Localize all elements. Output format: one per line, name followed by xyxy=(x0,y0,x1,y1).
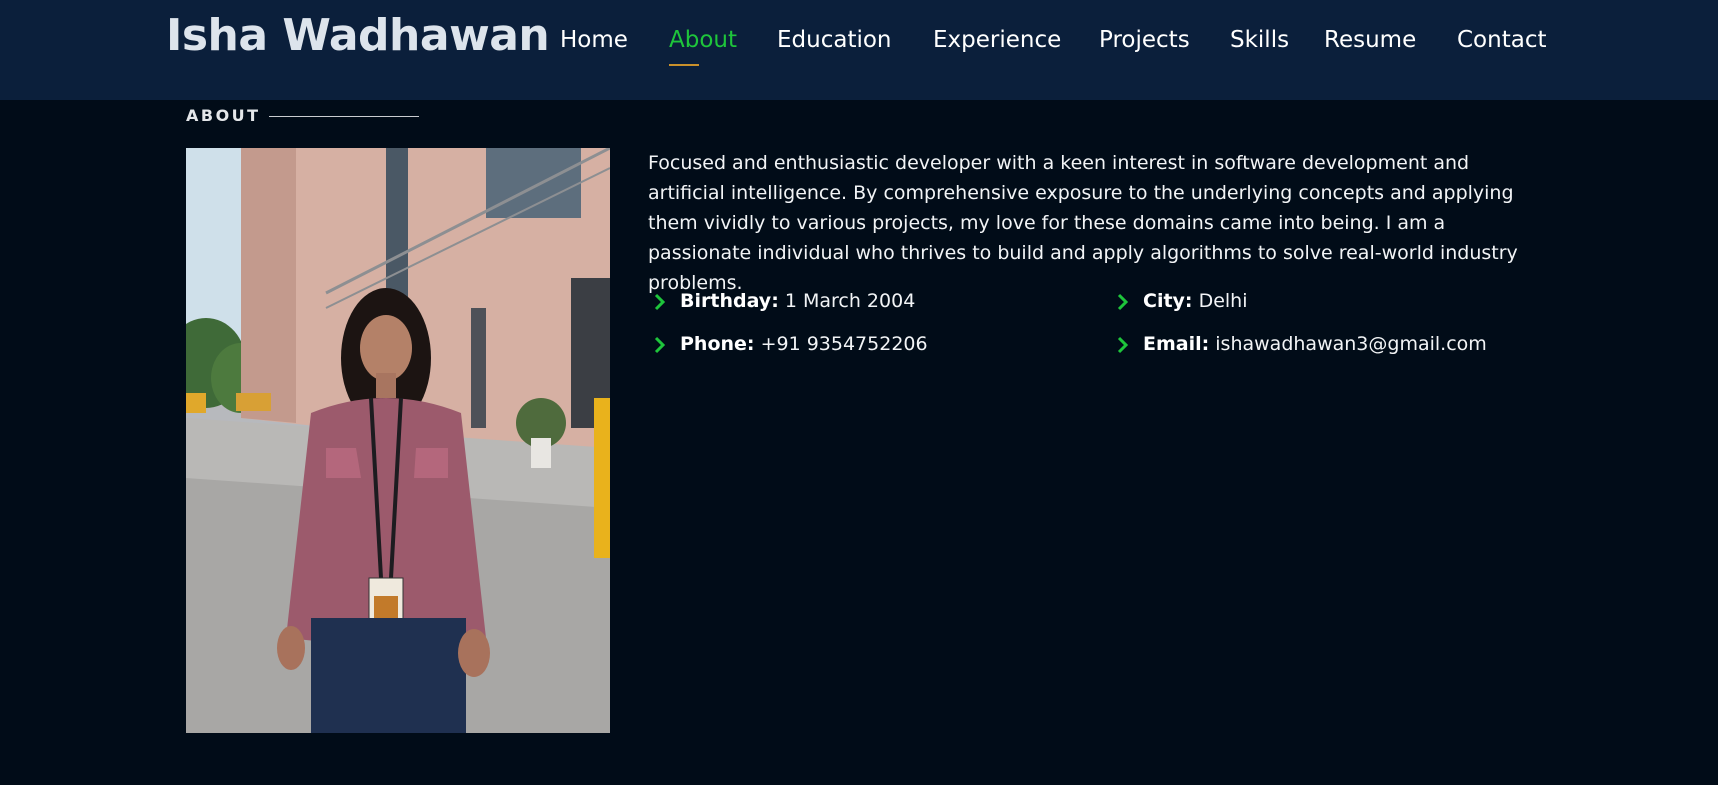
chevron-right-icon xyxy=(654,336,666,354)
main-nav: Home About Education Experience Projects… xyxy=(0,27,1718,67)
about-bio: Focused and enthusiastic developer with … xyxy=(648,152,1518,294)
nav-experience[interactable]: Experience xyxy=(933,27,1061,53)
chevron-right-icon xyxy=(1117,293,1129,311)
section-title: ABOUT xyxy=(186,106,261,125)
nav-projects[interactable]: Projects xyxy=(1099,27,1190,53)
detail-email-value[interactable]: ishawadhawan3@gmail.com xyxy=(1215,333,1487,355)
profile-photo xyxy=(186,148,610,733)
chevron-right-icon xyxy=(654,293,666,311)
detail-phone: Phone: +91 9354752206 xyxy=(654,333,928,355)
active-nav-underline xyxy=(669,64,699,66)
detail-city-label: City: xyxy=(1143,290,1193,312)
detail-birthday-value: 1 March 2004 xyxy=(784,290,916,312)
detail-email-label: Email: xyxy=(1143,333,1210,355)
nav-resume[interactable]: Resume xyxy=(1324,27,1416,53)
nav-contact[interactable]: Contact xyxy=(1457,27,1546,53)
section-title-rule xyxy=(269,116,419,117)
detail-birthday: Birthday: 1 March 2004 xyxy=(654,290,916,312)
detail-city-value: Delhi xyxy=(1198,290,1248,312)
detail-phone-value: +91 9354752206 xyxy=(760,333,928,355)
nav-about[interactable]: About xyxy=(669,27,737,53)
nav-skills[interactable]: Skills xyxy=(1230,27,1289,53)
chevron-right-icon xyxy=(1117,336,1129,354)
detail-phone-label: Phone: xyxy=(680,333,755,355)
nav-education[interactable]: Education xyxy=(777,27,892,53)
site-header: Isha Wadhawan Home About Education Exper… xyxy=(0,0,1718,100)
detail-birthday-label: Birthday: xyxy=(680,290,779,312)
detail-city: City: Delhi xyxy=(1117,290,1248,312)
detail-email: Email: ishawadhawan3@gmail.com xyxy=(1117,333,1487,355)
nav-home[interactable]: Home xyxy=(560,27,628,53)
